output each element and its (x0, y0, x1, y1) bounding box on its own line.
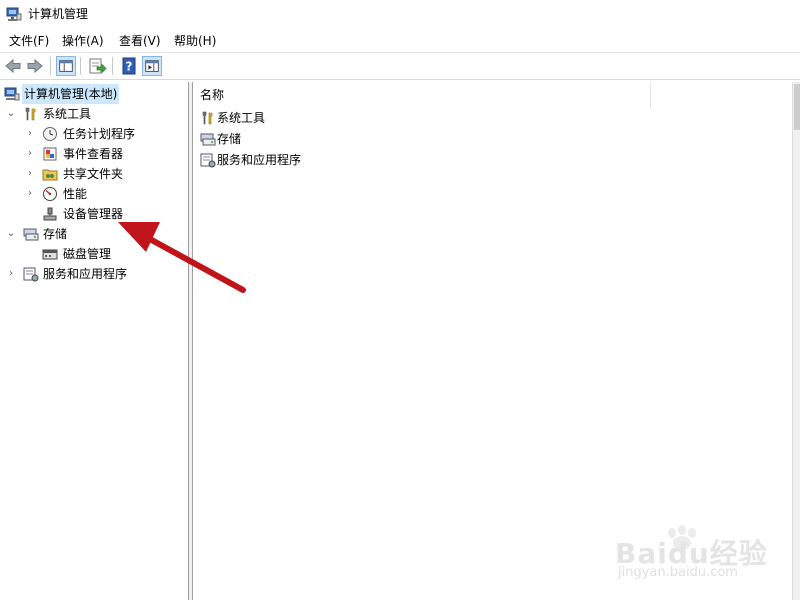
forward-arrow-icon[interactable] (25, 56, 45, 76)
tree-item-label: 性能 (63, 187, 88, 201)
tree-item-computer-management[interactable]: 计算机管理(本地) (0, 84, 188, 104)
list-item-label: 服务和应用程序 (217, 153, 302, 167)
tree-item-performance[interactable]: › 性能 (0, 184, 188, 204)
performance-gauge-icon (43, 187, 57, 201)
window-title: 计算机管理 (28, 7, 89, 21)
back-arrow-icon[interactable] (3, 56, 23, 76)
computer-management-icon (4, 87, 20, 101)
tools-icon (25, 107, 36, 121)
list-item-label: 存储 (217, 132, 242, 146)
menu-file[interactable]: 文件(F) (9, 33, 49, 49)
device-manager-icon (43, 207, 57, 221)
toolbar-divider (0, 79, 800, 80)
storage-icon (23, 228, 39, 241)
tree-item-disk-management[interactable]: 磁盘管理 (0, 244, 188, 264)
tree-item-label: 事件查看器 (63, 147, 124, 161)
menu-view[interactable]: 查看(V) (119, 33, 161, 49)
show-hide-action-pane-icon[interactable] (142, 56, 162, 76)
tree-item-shared-folders[interactable]: › 共享文件夹 (0, 164, 188, 184)
tree-item-label: 共享文件夹 (63, 167, 124, 181)
clock-icon (43, 127, 57, 141)
menu-help[interactable]: 帮助(H) (174, 33, 216, 49)
svg-text:?: ? (126, 60, 133, 74)
export-list-icon[interactable] (87, 56, 107, 76)
vertical-scrollbar[interactable] (792, 82, 800, 600)
scrollbar-thumb[interactable] (794, 84, 800, 130)
chevron-right-icon[interactable]: › (25, 164, 35, 184)
tree-item-event-viewer[interactable]: › 事件查看器 (0, 144, 188, 164)
computer-management-icon (6, 7, 22, 21)
toolbar-separator (112, 57, 113, 75)
tree-item-label: 计算机管理(本地) (22, 84, 120, 104)
tree-item-task-scheduler[interactable]: › 任务计划程序 (0, 124, 188, 144)
column-header-label: 名称 (200, 88, 225, 102)
list-item-storage[interactable]: 存储 (200, 129, 400, 149)
tree-item-storage[interactable]: ⌄ 存储 (0, 224, 188, 244)
tree-item-device-manager[interactable]: 设备管理器 (0, 204, 188, 224)
menu-bar: 文件(F) 操作(A) 查看(V) 帮助(H) (0, 30, 800, 52)
column-header-name[interactable]: 名称 (193, 82, 651, 108)
storage-icon (200, 133, 216, 146)
chevron-right-icon[interactable]: › (25, 184, 35, 204)
services-icon (200, 153, 216, 168)
list-item-system-tools[interactable]: 系统工具 (200, 108, 400, 128)
tree-item-label: 系统工具 (43, 107, 92, 121)
tree-item-label: 磁盘管理 (63, 247, 112, 261)
result-pane: 名称 系统工具 存储 服务和应用程序 (192, 82, 793, 600)
title-bar: 计算机管理 (0, 0, 800, 28)
console-tree: 计算机管理(本地) ⌄ 系统工具 › 任务计划程序 › 事件查看器 › 共享文件… (0, 82, 189, 600)
tree-item-label: 设备管理器 (63, 207, 124, 221)
services-icon (23, 267, 39, 282)
toolbar: ? (0, 53, 800, 79)
tree-item-label: 任务计划程序 (63, 127, 136, 141)
tree-item-label: 服务和应用程序 (43, 267, 128, 281)
list-item-services-apps[interactable]: 服务和应用程序 (200, 150, 400, 170)
toolbar-separator (50, 57, 51, 75)
event-viewer-icon (43, 147, 57, 161)
show-hide-console-tree-icon[interactable] (56, 56, 76, 76)
menu-action[interactable]: 操作(A) (62, 33, 104, 49)
tree-item-system-tools[interactable]: ⌄ 系统工具 (0, 104, 188, 124)
watermark-sub: jingyan.baidu.com (618, 565, 738, 580)
chevron-down-icon[interactable]: ⌄ (6, 104, 16, 124)
disk-management-icon (42, 249, 58, 260)
help-icon[interactable]: ? (119, 56, 139, 76)
chevron-down-icon[interactable]: ⌄ (6, 224, 16, 244)
chevron-right-icon[interactable]: › (25, 144, 35, 164)
list-item-label: 系统工具 (217, 111, 266, 125)
tree-item-services-apps[interactable]: › 服务和应用程序 (0, 264, 188, 284)
tools-icon (202, 111, 213, 125)
chevron-right-icon[interactable]: › (25, 124, 35, 144)
toolbar-separator (80, 57, 81, 75)
chevron-right-icon[interactable]: › (6, 264, 16, 284)
tree-item-label: 存储 (43, 227, 68, 241)
shared-folder-icon (42, 169, 58, 181)
